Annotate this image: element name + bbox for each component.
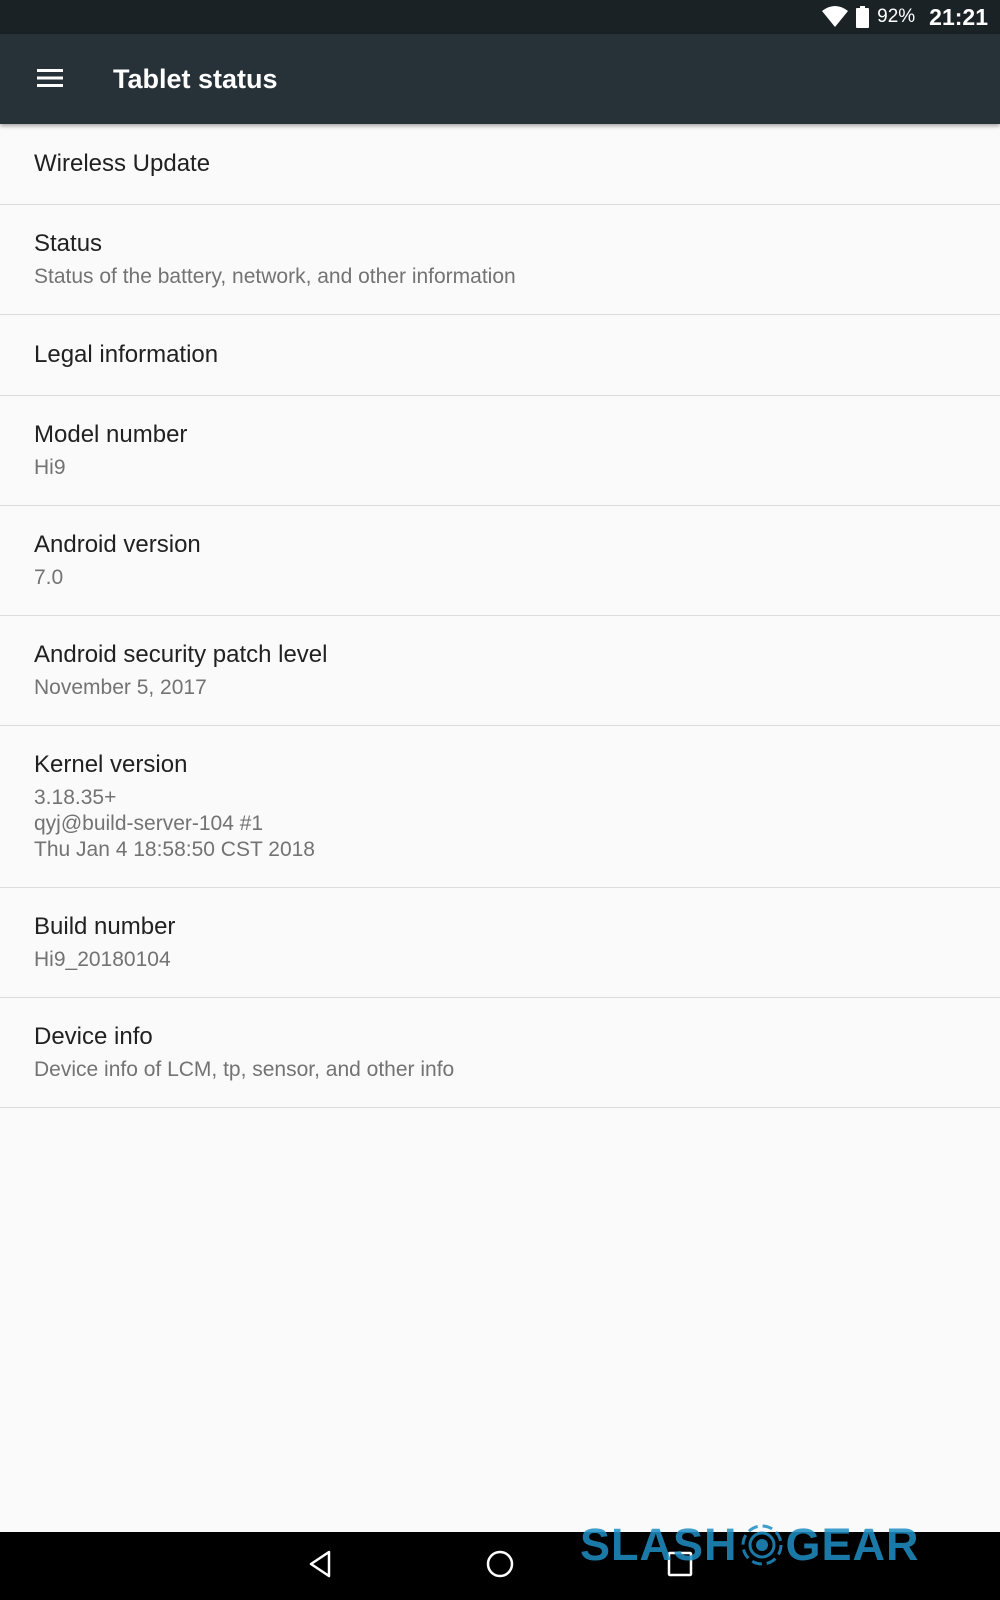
menu-icon — [37, 68, 63, 93]
home-button[interactable] — [470, 1542, 530, 1590]
clock: 21:21 — [929, 3, 988, 30]
page-title: Tablet status — [113, 64, 278, 94]
item-title: Build number — [34, 913, 176, 940]
list-item-model-number[interactable]: Model number Hi9 — [0, 396, 1000, 506]
item-title: Android security patch level — [34, 641, 328, 668]
item-summary: Hi9 — [34, 456, 66, 479]
home-icon — [485, 1549, 515, 1584]
menu-button[interactable] — [26, 56, 74, 104]
list-item-legal-information[interactable]: Legal information — [0, 315, 1000, 396]
list-item-kernel-version[interactable]: Kernel version 3.18.35+ qyj@build-server… — [0, 726, 1000, 888]
list-item-build-number[interactable]: Build number Hi9_20180104 — [0, 888, 1000, 998]
list-item-device-info[interactable]: Device info Device info of LCM, tp, sens… — [0, 998, 1000, 1108]
item-title: Wireless Update — [34, 150, 211, 177]
item-title: Status — [34, 230, 103, 257]
status-icons: 92% 21:21 — [822, 0, 988, 34]
item-summary: Status of the battery, network, and othe… — [34, 265, 516, 288]
status-bar: 92% 21:21 — [0, 0, 1000, 34]
list-item-wireless-update[interactable]: Wireless Update — [0, 124, 1000, 205]
settings-list: Wireless Update Status Status of the bat… — [0, 124, 1000, 1108]
item-title: Android version — [34, 531, 201, 558]
item-summary: 3.18.35+ qyj@build-server-104 #1 Thu Jan… — [34, 786, 315, 861]
item-summary: 7.0 — [34, 566, 64, 589]
gear-icon — [741, 1524, 783, 1566]
item-title: Kernel version — [34, 751, 188, 778]
list-item-security-patch-level[interactable]: Android security patch level November 5,… — [0, 616, 1000, 726]
item-title: Legal information — [34, 341, 219, 368]
item-summary: Hi9_20180104 — [34, 948, 171, 971]
item-title: Model number — [34, 421, 188, 448]
app-bar: Tablet status — [0, 34, 1000, 124]
battery-percent: 92% — [877, 6, 916, 27]
list-item-status[interactable]: Status Status of the battery, network, a… — [0, 205, 1000, 315]
item-summary: Device info of LCM, tp, sensor, and othe… — [34, 1058, 455, 1081]
back-icon — [307, 1550, 333, 1583]
watermark-text-left: SLASH — [580, 1519, 738, 1570]
item-title: Device info — [34, 1023, 153, 1050]
list-item-android-version[interactable]: Android version 7.0 — [0, 506, 1000, 616]
watermark-logo: SLASH GEAR — [580, 1519, 920, 1570]
watermark-text-right: GEAR — [785, 1519, 920, 1570]
battery-icon — [856, 6, 870, 28]
wifi-icon — [822, 6, 849, 28]
back-button[interactable] — [290, 1542, 350, 1590]
item-summary: November 5, 2017 — [34, 676, 207, 699]
